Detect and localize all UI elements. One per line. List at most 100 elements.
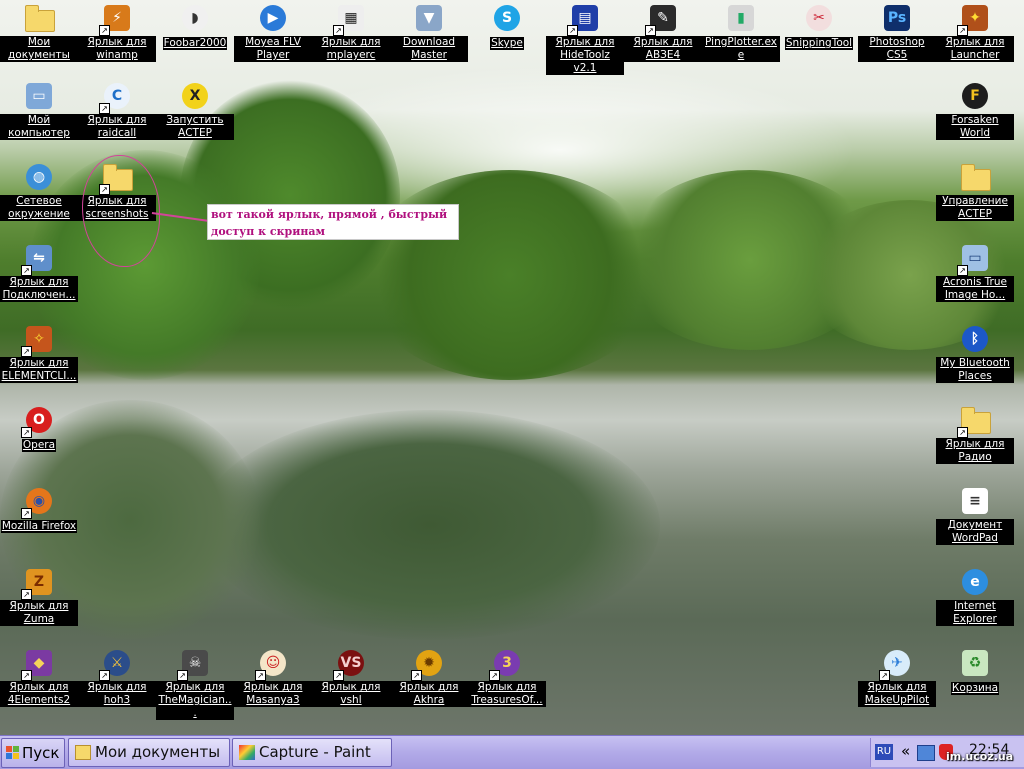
desktop-icon-folder[interactable]: Управление АСТЕР xyxy=(936,161,1014,221)
desktop-icon-akhra[interactable]: ✹ ↗ Ярлык для Akhra xyxy=(390,647,468,707)
tray-expand-icon[interactable]: « xyxy=(901,742,910,760)
desktop-icon-folder[interactable]: ↗ Ярлык для Радио xyxy=(936,404,1014,464)
desktop-icon-photoshop[interactable]: Ps Photoshop CS5 xyxy=(858,2,936,62)
wordpad-document-icon: ≡ xyxy=(959,485,991,517)
desktop-icon-hoh3[interactable]: ⚔ ↗ Ярлык для hoh3 xyxy=(78,647,156,707)
desktop-icon-magician[interactable]: ☠ ↗ Ярлык для TheMagician... xyxy=(156,647,234,720)
desktop-icon-bluetooth[interactable]: ᛒ My Bluetooth Places xyxy=(936,323,1014,383)
desktop-icon-4elements[interactable]: ◆ ↗ Ярлык для 4Elements2 xyxy=(0,647,78,707)
desktop-icon-label: Документ WordPad xyxy=(936,519,1014,545)
desktop-icon-pingplotter[interactable]: ▮ PingPlotter.exe xyxy=(702,2,780,62)
desktop-icon-label: Мой компьютер xyxy=(0,114,78,140)
folder-icon: ↗ xyxy=(957,404,991,438)
desktop-icon-my-computer[interactable]: ▭ Мой компьютер xyxy=(0,80,78,140)
akhra-icon: ✹ ↗ xyxy=(411,647,445,681)
taskbar-button-paint[interactable]: Capture - Paint xyxy=(232,738,392,767)
firefox-icon: ◉ ↗ xyxy=(21,485,55,519)
watermark: im.ucoz.ua xyxy=(946,750,1014,763)
desktop-icon-label: Ярлык для ELEMENTCLI... xyxy=(0,357,78,383)
desktop-icon-label: Сетевое окружение xyxy=(0,195,78,221)
desktop-icon-forsaken-world[interactable]: F Forsaken World xyxy=(936,80,1014,140)
shortcut-arrow-icon: ↗ xyxy=(21,427,32,438)
snipping-tool-icon: ✂ xyxy=(803,2,835,34)
shortcut-arrow-icon: ↗ xyxy=(411,670,422,681)
desktop-icon-label: Download Master xyxy=(390,36,468,62)
desktop-icon-my-documents[interactable]: Мои документы xyxy=(0,2,78,62)
taskbar-button-my-documents[interactable]: Мои документы xyxy=(68,738,230,767)
flv-player-icon: ▶ xyxy=(257,2,289,34)
start-label: Пуск xyxy=(22,744,60,762)
desktop-icon-winamp[interactable]: ⚡ ↗ Ярлык для winamp xyxy=(78,2,156,62)
desktop-icon-label: Foobar2000 xyxy=(162,37,228,50)
desktop-icon-label: SnippingTool xyxy=(784,37,854,50)
folder-icon xyxy=(959,161,991,193)
recycle-bin-icon: ♻ xyxy=(959,647,991,679)
internet-explorer-icon: e xyxy=(959,566,991,598)
desktop-icon-label: PingPlotter.exe xyxy=(702,36,780,62)
desktop-icon-label: Корзина xyxy=(950,682,1000,695)
element-client-icon: ✧ ↗ xyxy=(21,323,55,357)
desktop-icon-network[interactable]: ◍ Сетевое окружение xyxy=(0,161,78,221)
language-indicator[interactable]: RU xyxy=(875,744,893,760)
task-label: Мои документы xyxy=(95,743,221,761)
foobar-icon: ◗ xyxy=(179,2,211,34)
network-tray-icon[interactable] xyxy=(917,745,935,761)
desktop-icon-mplayer[interactable]: ▦ ↗ Ярлык для mplayerc xyxy=(312,2,390,62)
folder-icon xyxy=(75,745,91,760)
desktop-icon-avz[interactable]: ✎ ↗ Ярлык для АВЗЕ4 xyxy=(624,2,702,62)
desktop-icon-aster[interactable]: X Запустить АСТЕР xyxy=(156,80,234,140)
download-master-icon: ▼ xyxy=(413,2,445,34)
raidcall-icon: C ↗ xyxy=(99,80,133,114)
desktop-icon-treasures[interactable]: 3 ↗ Ярлык для TreasuresOf... xyxy=(468,647,546,707)
desktop-icon-download-master[interactable]: ▼ Download Master xyxy=(390,2,468,62)
desktop-icon-internet-explorer[interactable]: e Internet Explorer xyxy=(936,566,1014,626)
shortcut-arrow-icon: ↗ xyxy=(333,670,344,681)
desktop-icon-label: Moyea FLV Player xyxy=(234,36,312,62)
vshl-icon: VS ↗ xyxy=(333,647,367,681)
desktop-icon-snipping-tool[interactable]: ✂ SnippingTool xyxy=(780,2,858,50)
shortcut-arrow-icon: ↗ xyxy=(489,670,500,681)
forsaken-world-icon: F xyxy=(959,80,991,112)
shortcut-arrow-icon: ↗ xyxy=(645,25,656,36)
makeuppilot-icon: ✈ ↗ xyxy=(879,647,913,681)
desktop-icon-wordpad-document[interactable]: ≡ Документ WordPad xyxy=(936,485,1014,545)
desktop-icon-label: Ярлык для Радио xyxy=(936,438,1014,464)
desktop-icon-label: Ярлык для hoh3 xyxy=(78,681,156,707)
task-label: Capture - Paint xyxy=(259,743,371,761)
desktop-icon-skype[interactable]: S Skype xyxy=(468,2,546,50)
treasures-icon: 3 ↗ xyxy=(489,647,523,681)
desktop-icon-recycle-bin[interactable]: ♻ Корзина xyxy=(936,647,1014,695)
desktop-icon-connection[interactable]: ⇋ ↗ Ярлык для Подключен... xyxy=(0,242,78,302)
hidetoolz-icon: ▤ ↗ xyxy=(567,2,601,36)
desktop[interactable]: Мои документы ⚡ ↗ Ярлык для winamp ◗ Foobar20… xyxy=(0,0,1024,735)
shortcut-arrow-icon: ↗ xyxy=(333,25,344,36)
desktop-icon-zuma[interactable]: Z ↗ Ярлык для Zuma xyxy=(0,566,78,626)
desktop-icon-vshl[interactable]: VS ↗ Ярлык для vshl xyxy=(312,647,390,707)
windows-logo-icon xyxy=(6,746,20,760)
desktop-icon-opera[interactable]: O ↗ Opera xyxy=(0,404,78,452)
skype-icon: S xyxy=(491,2,523,34)
desktop-icon-hidetoolz[interactable]: ▤ ↗ Ярлык для HideToolz v2.1 xyxy=(546,2,624,75)
desktop-icon-label: Opera xyxy=(21,439,57,452)
connection-icon: ⇋ ↗ xyxy=(21,242,55,276)
tree-foliage xyxy=(360,170,660,380)
desktop-icon-label: Ярлык для АВЗЕ4 xyxy=(624,36,702,62)
desktop-icon-label: Ярлык для 4Elements2 xyxy=(0,681,78,707)
desktop-icon-makeuppilot[interactable]: ✈ ↗ Ярлык для MakeUpPilot xyxy=(858,647,936,707)
desktop-icon-flv-player[interactable]: ▶ Moyea FLV Player xyxy=(234,2,312,62)
desktop-icon-launcher[interactable]: ✦ ↗ Ярлык для Launcher xyxy=(936,2,1014,62)
hoh3-icon: ⚔ ↗ xyxy=(99,647,133,681)
acronis-icon: ▭ ↗ xyxy=(957,242,991,276)
shortcut-arrow-icon: ↗ xyxy=(879,670,890,681)
desktop-icon-masyanya[interactable]: ☺ ↗ Ярлык для Masanya3 xyxy=(234,647,312,707)
taskbar: Пуск Мои документы Capture - Paint RU « … xyxy=(0,735,1024,769)
desktop-icon-label: Ярлык для vshl xyxy=(312,681,390,707)
desktop-icon-firefox[interactable]: ◉ ↗ Mozilla Firefox xyxy=(0,485,78,533)
desktop-icon-acronis[interactable]: ▭ ↗ Acronis True Image Ho... xyxy=(936,242,1014,302)
desktop-icon-raidcall[interactable]: C ↗ Ярлык для raidcall xyxy=(78,80,156,140)
avz-icon: ✎ ↗ xyxy=(645,2,679,36)
desktop-icon-foobar[interactable]: ◗ Foobar2000 xyxy=(156,2,234,50)
start-button[interactable]: Пуск xyxy=(1,738,65,768)
shortcut-arrow-icon: ↗ xyxy=(21,589,32,600)
desktop-icon-element-client[interactable]: ✧ ↗ Ярлык для ELEMENTCLI... xyxy=(0,323,78,383)
